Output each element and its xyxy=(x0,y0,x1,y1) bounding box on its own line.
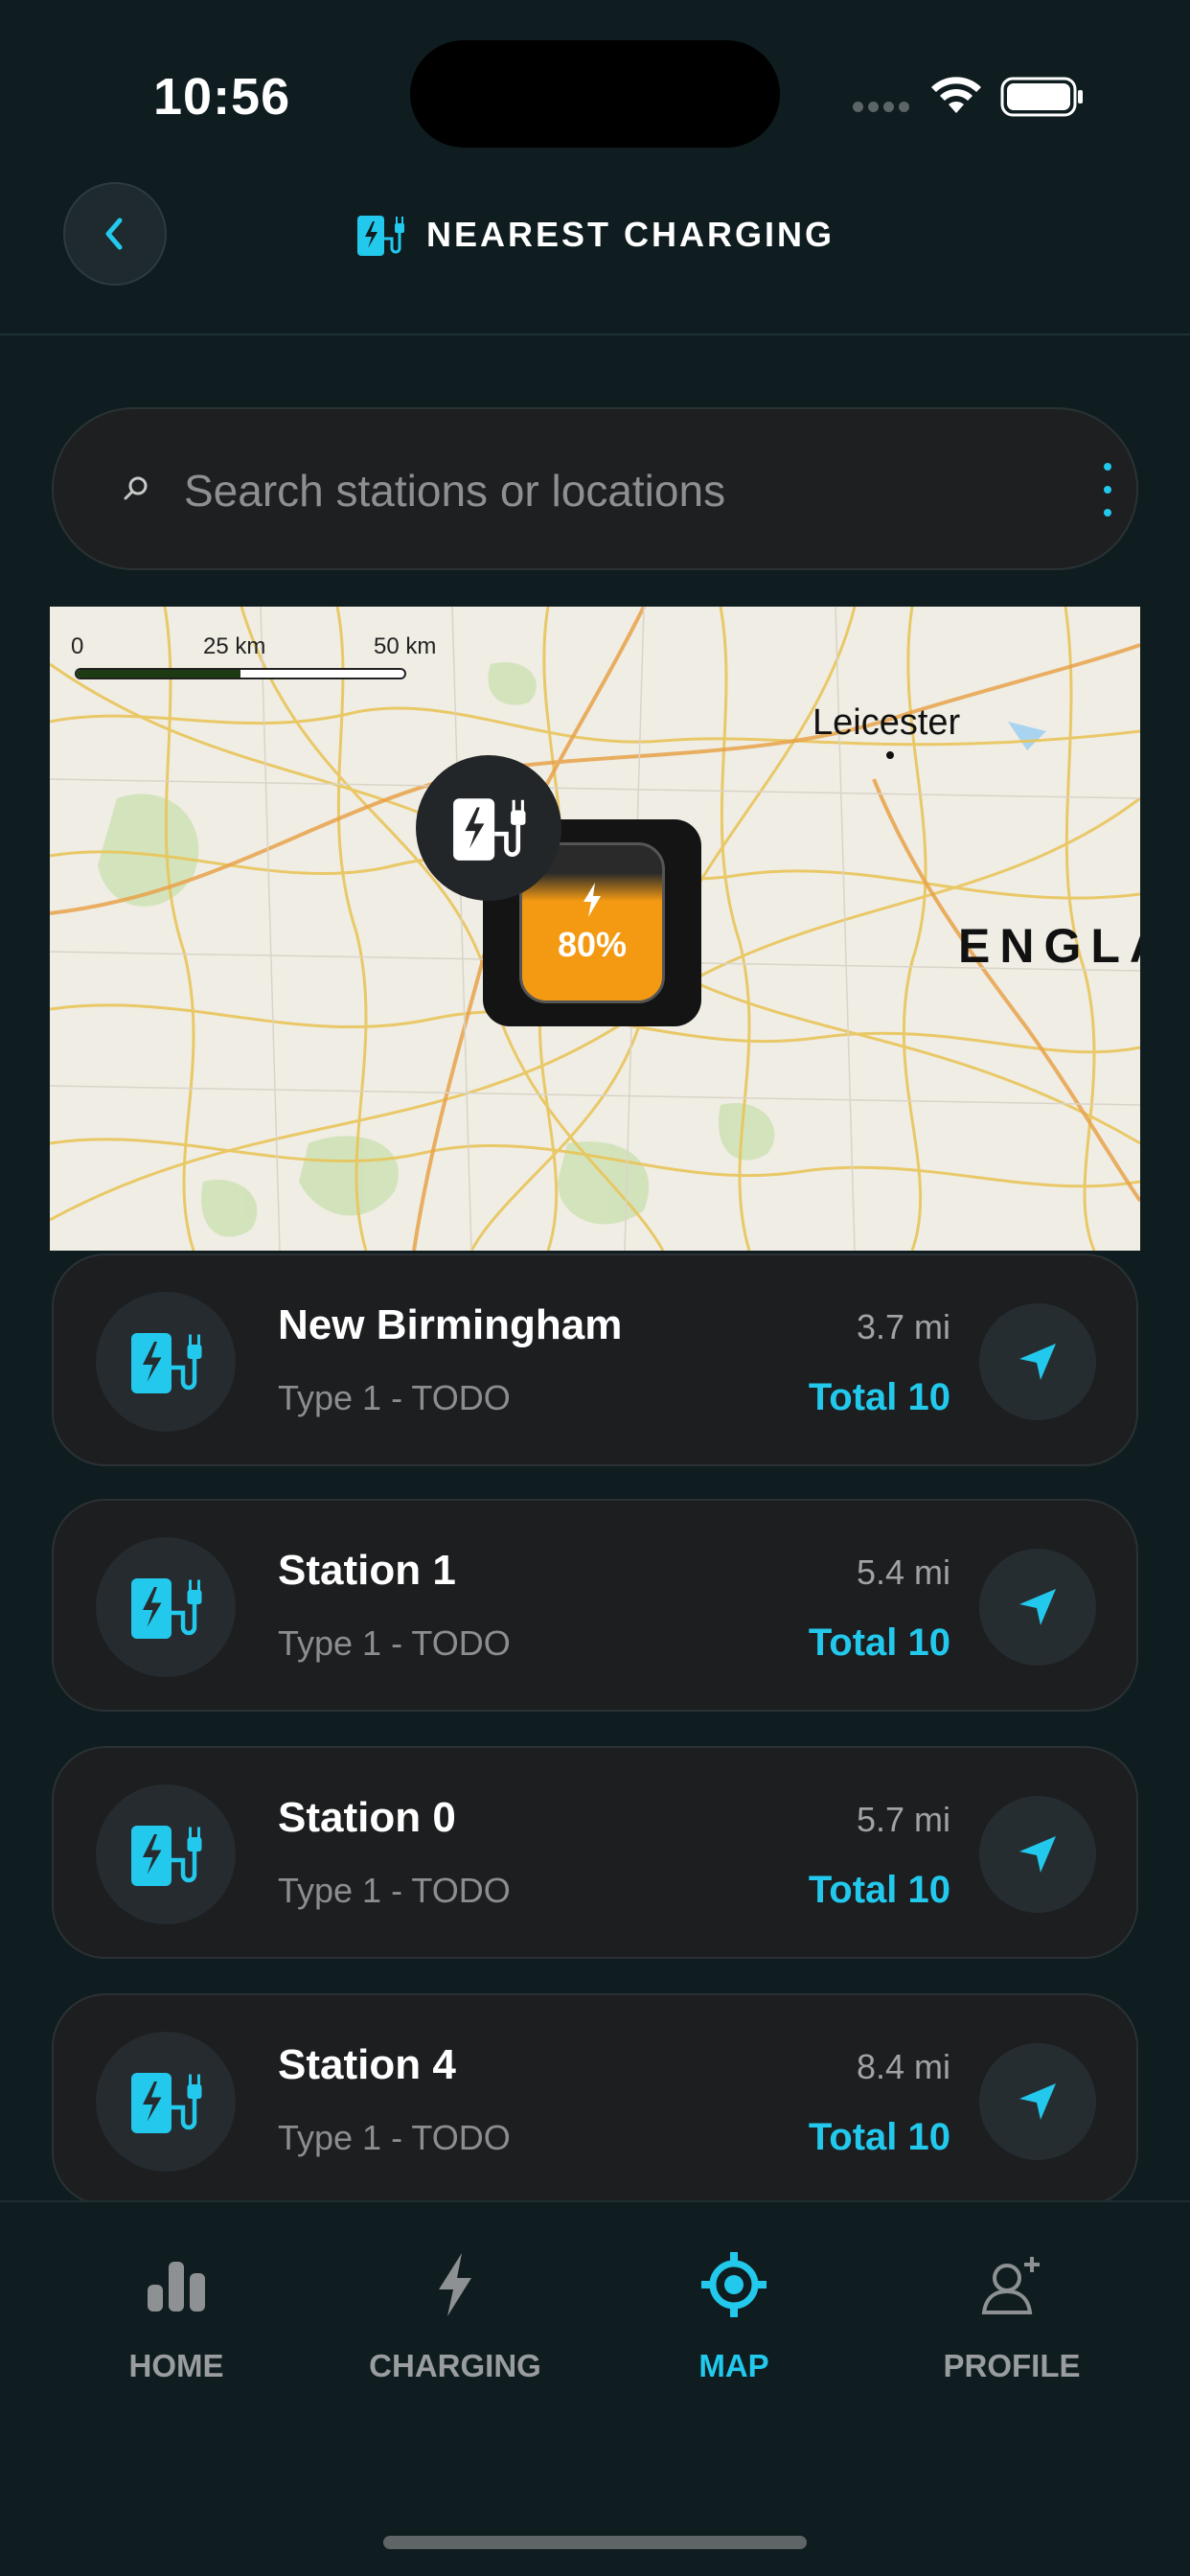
station-name: New Birmingham xyxy=(278,1301,623,1348)
station-card[interactable]: Station 0 Type 1 - TODO 5.7 mi Total 10 xyxy=(52,1746,1138,1959)
page-title: NEAREST CHARGING xyxy=(425,215,835,254)
navigate-button[interactable] xyxy=(979,1796,1096,1913)
home-indicator[interactable] xyxy=(383,2536,807,2549)
navigate-button[interactable] xyxy=(979,2043,1096,2160)
tab-label: PROFILE xyxy=(943,2348,1081,2383)
station-total: Total 10 xyxy=(808,1622,950,1664)
station-total: Total 10 xyxy=(808,1869,950,1911)
station-card[interactable]: New Birmingham Type 1 - TODO 3.7 mi Tota… xyxy=(52,1254,1138,1466)
ev-station-icon xyxy=(131,1333,202,1393)
bottom-tab-bar: HOME CHARGING MAP PROFILE xyxy=(0,2200,1190,2576)
scale-label-25: 25 km xyxy=(203,633,266,659)
navigation-arrow-icon xyxy=(1019,1589,1056,1625)
tab-map[interactable]: MAP xyxy=(614,2244,854,2388)
navigation-arrow-icon xyxy=(1019,2083,1056,2120)
station-total: Total 10 xyxy=(808,2116,950,2158)
station-distance: 5.4 mi xyxy=(856,1552,950,1592)
kebab-menu-icon[interactable] xyxy=(1088,459,1127,522)
station-distance: 3.7 mi xyxy=(856,1307,950,1346)
station-icon-wrap xyxy=(96,1292,236,1432)
ev-station-icon xyxy=(453,798,526,861)
ev-station-icon xyxy=(131,1826,202,1886)
tab-label: CHARGING xyxy=(369,2348,541,2383)
battery-icon xyxy=(1000,77,1083,117)
map-city-dot xyxy=(883,748,897,762)
station-name: Station 0 xyxy=(278,1794,456,1841)
page-title-group: NEAREST CHARGING xyxy=(0,211,1190,259)
map-city-label: Leicester xyxy=(812,702,961,743)
bar-chart-icon xyxy=(148,2262,205,2312)
navigation-arrow-icon xyxy=(1019,1344,1056,1380)
station-type: Type 1 - TODO xyxy=(278,1623,511,1663)
navigate-button[interactable] xyxy=(979,1549,1096,1666)
tab-label: MAP xyxy=(698,2348,769,2383)
locate-target-icon xyxy=(701,2252,767,2317)
map-region-label: ENGLA xyxy=(958,919,1140,973)
navigation-arrow-icon xyxy=(1019,1836,1056,1873)
map-scale: 0 25 km 50 km xyxy=(63,633,446,683)
tab-label: HOME xyxy=(128,2348,224,2383)
station-type: Type 1 - TODO xyxy=(278,2118,511,2157)
tab-charging[interactable]: CHARGING xyxy=(335,2244,575,2388)
status-time: 10:56 xyxy=(153,68,291,126)
station-icon-wrap xyxy=(96,1784,236,1924)
battery-percent: 80% xyxy=(557,925,628,964)
user-add-icon xyxy=(981,2257,1040,2314)
station-card[interactable]: Station 4 Type 1 - TODO 8.4 mi Total 10 xyxy=(52,1993,1138,2206)
cellular-signal-icon xyxy=(853,102,910,113)
search-input[interactable] xyxy=(184,448,1027,534)
station-map-pin[interactable] xyxy=(416,755,561,901)
scale-label-0: 0 xyxy=(71,633,84,659)
ev-station-icon xyxy=(356,216,404,256)
station-icon-wrap xyxy=(96,2032,236,2172)
scale-bar xyxy=(75,668,406,679)
navigate-button[interactable] xyxy=(979,1303,1096,1420)
status-bar: 10:56 xyxy=(0,0,1190,182)
search-bar[interactable] xyxy=(52,407,1138,570)
bolt-icon xyxy=(584,883,601,917)
station-type: Type 1 - TODO xyxy=(278,1871,511,1910)
wifi-icon xyxy=(931,77,981,113)
map-view[interactable]: 0 25 km 50 km Leicester ENGLA 80% xyxy=(50,607,1140,1251)
dynamic-island xyxy=(410,40,780,148)
station-distance: 8.4 mi xyxy=(856,2047,950,2086)
station-name: Station 1 xyxy=(278,1547,456,1594)
ev-station-icon xyxy=(131,1578,202,1639)
search-icon xyxy=(124,476,148,500)
station-card[interactable]: Station 1 Type 1 - TODO 5.4 mi Total 10 xyxy=(52,1499,1138,1712)
bolt-icon xyxy=(439,2253,471,2316)
station-icon-wrap xyxy=(96,1537,236,1677)
station-type: Type 1 - TODO xyxy=(278,1378,511,1417)
tab-profile[interactable]: PROFILE xyxy=(892,2244,1132,2388)
tab-home[interactable]: HOME xyxy=(57,2244,296,2388)
ev-station-icon xyxy=(131,2073,202,2133)
station-total: Total 10 xyxy=(808,1376,950,1418)
header: NEAREST CHARGING xyxy=(0,182,1190,335)
station-name: Station 4 xyxy=(278,2041,456,2088)
station-distance: 5.7 mi xyxy=(856,1800,950,1839)
scale-label-50: 50 km xyxy=(374,633,437,659)
